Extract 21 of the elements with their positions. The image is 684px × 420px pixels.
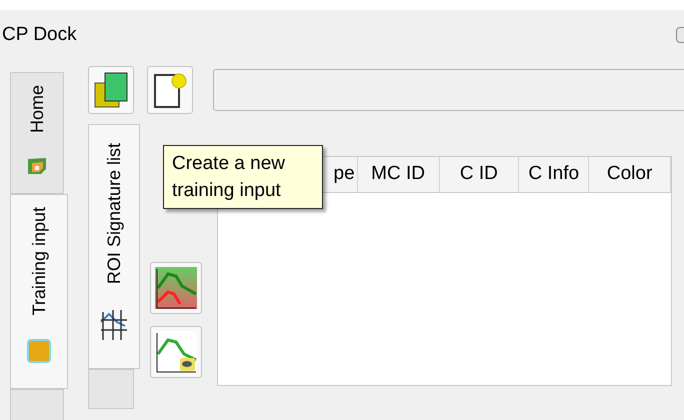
chart-icon [99,308,129,342]
signature-plot-icon [154,330,198,374]
column-header[interactable]: C ID [440,157,520,192]
plot-button[interactable] [150,262,202,314]
layers-icon [93,71,129,109]
sub-tab[interactable]: ROI Signature list [88,124,140,369]
column-header[interactable]: MC ID [358,157,440,192]
signature-button[interactable] [150,326,202,378]
tooltip: Create a new training input [163,145,323,209]
map-icon [27,157,47,176]
spectral-plot-icon [154,266,198,310]
side-tab[interactable]: Home [10,72,64,194]
column-header[interactable]: Color [589,157,671,192]
open-button[interactable] [88,66,134,114]
column-header[interactable]: C Info [519,157,590,192]
path-field[interactable] [213,69,684,111]
new-input-button[interactable] [147,66,193,114]
side-tab[interactable]: Training input [10,194,68,389]
square-icon [27,339,51,364]
window-title: CP Dock [2,22,77,47]
new-document-icon [153,71,187,109]
